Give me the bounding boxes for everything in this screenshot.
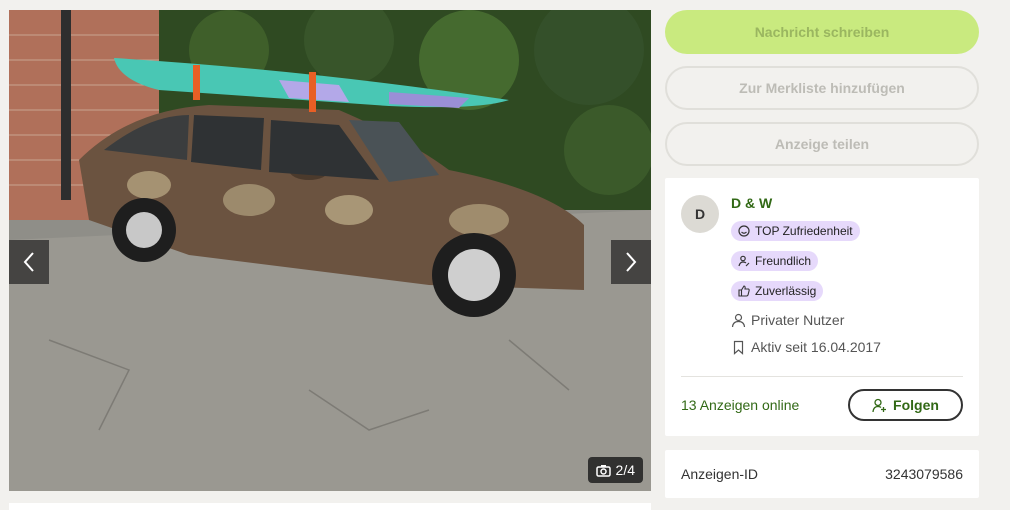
add-to-watchlist-button[interactable]: Zur Merkliste hinzufügen	[665, 66, 979, 110]
chevron-left-icon	[23, 252, 34, 272]
badge-label: TOP Zufriedenheit	[755, 224, 853, 238]
follow-button-label: Folgen	[893, 397, 939, 413]
badge-label: Freundlich	[755, 254, 812, 268]
camera-icon	[595, 464, 611, 477]
seller-type: Privater Nutzer	[731, 312, 844, 328]
thumbs-up-icon	[738, 285, 750, 297]
divider	[681, 376, 963, 377]
seller-name[interactable]: D & W	[731, 195, 772, 211]
chevron-right-icon	[626, 252, 637, 272]
follow-button[interactable]: Folgen	[848, 389, 963, 421]
smile-icon	[738, 225, 750, 237]
ads-online-link[interactable]: 13 Anzeigen online	[681, 397, 799, 413]
seller-card: D D & W TOP Zufriedenheit Freundlich Zuv…	[665, 178, 979, 436]
seller-active-since: Aktiv seit 16.04.2017	[731, 339, 881, 355]
listing-photo[interactable]	[9, 10, 651, 491]
listing-id-card: Anzeigen-ID 3243079586	[665, 450, 979, 498]
write-message-button[interactable]: Nachricht schreiben	[665, 10, 979, 54]
image-counter-text: 2/4	[615, 462, 635, 478]
seller-active-since-text: Aktiv seit 16.04.2017	[751, 339, 881, 355]
listing-id-label: Anzeigen-ID	[681, 466, 759, 482]
badge-label: Zuverlässig	[755, 284, 817, 298]
gallery-prev-button[interactable]	[9, 240, 49, 284]
badge-top-satisfaction: TOP Zufriedenheit	[731, 221, 860, 241]
badge-reliable: Zuverlässig	[731, 281, 824, 301]
badge-friendly: Freundlich	[731, 251, 819, 271]
image-gallery[interactable]: 2/4	[9, 10, 651, 491]
listing-id-value: 3243079586	[885, 466, 963, 482]
share-listing-button[interactable]: Anzeige teilen	[665, 122, 979, 166]
bookmark-icon	[733, 340, 744, 355]
seller-type-text: Privater Nutzer	[751, 312, 845, 328]
follow-user-icon	[872, 398, 887, 412]
user-icon	[731, 313, 746, 327]
image-counter: 2/4	[587, 457, 643, 483]
description-card-edge	[9, 503, 651, 510]
friendly-icon	[738, 255, 750, 267]
gallery-next-button[interactable]	[611, 240, 651, 284]
avatar[interactable]: D	[681, 195, 719, 233]
